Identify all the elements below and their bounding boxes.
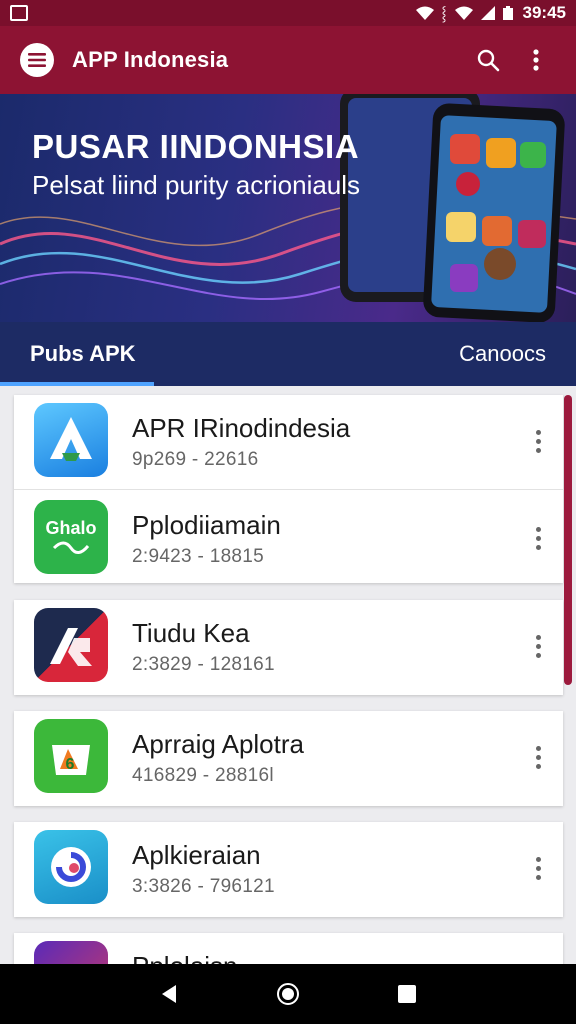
app-card: APR IRinodindesia 9p269 - 22616 Ghalo Pp… (14, 395, 563, 583)
search-icon (477, 49, 500, 72)
tab-canoocs[interactable]: Canoocs (459, 322, 546, 386)
app-card: Aplkieraian 3:3826 - 796121 (14, 822, 563, 917)
status-icons: ⸾ (415, 4, 513, 23)
home-button[interactable] (268, 974, 308, 1014)
list-item[interactable]: Ghalo Pplodiiamain 2:9423 - 18815 (14, 492, 563, 587)
system-nav-bar (0, 964, 576, 1024)
search-button[interactable] (468, 40, 508, 80)
app-meta: 3:3826 - 796121 (132, 876, 275, 897)
more-options-button[interactable] (516, 40, 556, 80)
more-vert-icon[interactable] (526, 520, 550, 556)
signal-icon (454, 6, 473, 20)
status-bar: ⸾ 39:45 (0, 0, 576, 26)
battery-icon (502, 6, 513, 20)
more-vert-icon[interactable] (526, 628, 550, 664)
wifi-icon (415, 6, 434, 20)
app-meta: 9p269 - 22616 (132, 449, 259, 470)
app-name: Aprraig Aplotra (132, 729, 304, 759)
menu-button[interactable] (20, 43, 54, 77)
app-card: 6 Aprraig Aplotra 416829 - 28816l (14, 711, 563, 806)
tab-pubs-apk[interactable]: Pubs APK (30, 322, 136, 386)
signal-bars-icon (480, 6, 495, 20)
more-vert-icon[interactable] (526, 423, 550, 459)
menu-icon (28, 53, 46, 67)
status-time: 39:45 (522, 3, 566, 22)
app-meta: 2:3829 - 128161 (132, 654, 275, 675)
notification-icon (10, 5, 28, 21)
divider (14, 489, 563, 490)
arrow-a-icon (34, 403, 108, 477)
app-title: APP Indonesia (72, 47, 229, 72)
more-vert-icon[interactable] (526, 739, 550, 775)
svg-text:Ghalo: Ghalo (45, 518, 96, 538)
list-item[interactable]: 6 Aprraig Aplotra 416829 - 28816l (14, 711, 563, 806)
more-vert-icon[interactable] (526, 850, 550, 886)
app-name: APR IRinodindesia (132, 413, 351, 443)
recents-button[interactable] (387, 974, 427, 1014)
list-item[interactable]: Aplkieraian 3:3826 - 796121 (14, 822, 563, 917)
blue-swirl-icon (34, 830, 108, 904)
green-bag-icon: 6 (34, 719, 108, 793)
app-name: Pplodiiamain (132, 510, 281, 540)
app-meta: 2:9423 - 18815 (132, 546, 265, 567)
list-item[interactable]: APR IRinodindesia 9p269 - 22616 (14, 395, 563, 490)
app-name: Tiudu Kea (132, 618, 250, 648)
app-card: Tiudu Kea 2:3829 - 128161 (14, 600, 563, 695)
hero-subtitle: Pelsat liind purity acrioniauls (32, 170, 361, 200)
svg-text:6: 6 (66, 756, 75, 773)
tab-indicator (0, 382, 154, 386)
red-play-icon (34, 608, 108, 682)
recents-icon (397, 985, 416, 1003)
hero-banner[interactable]: PUSAR IINDONHSIA Pelsat liind purity acr… (0, 94, 576, 322)
green-chat-icon: Ghalo (34, 500, 108, 574)
list-item[interactable]: Tiudu Kea 2:3829 - 128161 (14, 600, 563, 695)
back-icon (162, 985, 177, 1003)
app-name: Aplkieraian (132, 840, 261, 870)
back-button[interactable] (149, 974, 189, 1014)
more-vert-icon (533, 49, 539, 71)
app-meta: 416829 - 28816l (132, 765, 274, 786)
vibrate-icon: ⸾ (441, 4, 447, 21)
scrollbar-thumb[interactable] (564, 395, 572, 685)
tab-bar: Pubs APK Canoocs (0, 322, 576, 386)
home-icon (276, 983, 299, 1005)
app-bar: APP Indonesia (0, 26, 576, 94)
hero-title: PUSAR IINDONHSIA (32, 128, 360, 165)
